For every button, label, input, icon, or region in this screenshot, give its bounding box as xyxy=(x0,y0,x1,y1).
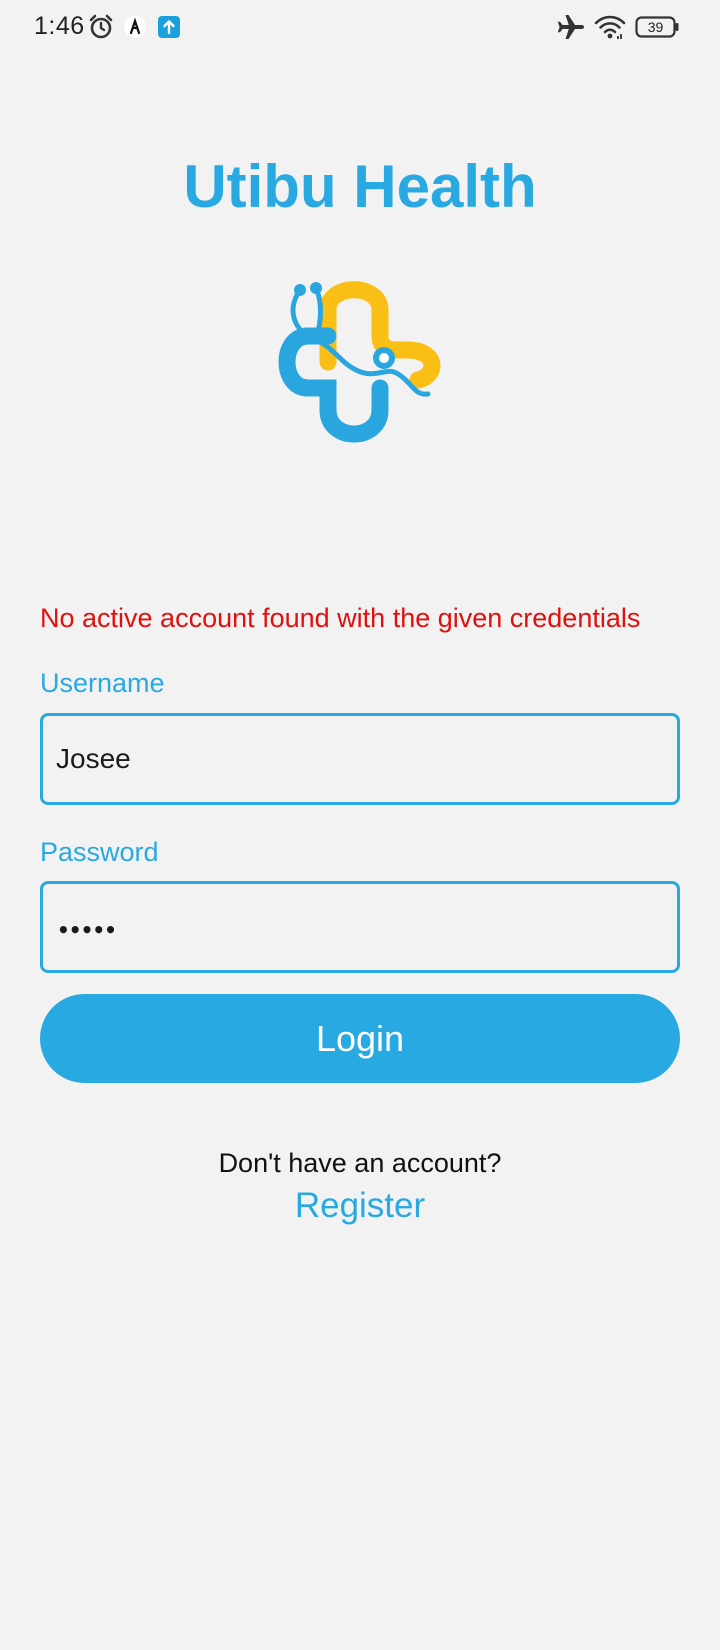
upload-icon xyxy=(158,16,180,38)
app-title: Utibu Health xyxy=(183,153,537,220)
password-field[interactable]: ••••• xyxy=(40,881,680,973)
username-input[interactable] xyxy=(43,716,677,802)
login-error-message: No active account found with the given c… xyxy=(40,603,641,633)
notification-app-icon xyxy=(124,16,146,38)
wifi-icon xyxy=(594,15,626,39)
register-link[interactable]: Register xyxy=(0,1186,720,1226)
airplane-mode-icon xyxy=(557,15,584,39)
password-input[interactable]: ••••• xyxy=(57,918,117,942)
username-label: Username xyxy=(40,668,165,698)
battery-level: 39 xyxy=(647,19,664,35)
battery-icon: 39 xyxy=(635,16,679,38)
register-prompt: Don't have an account? xyxy=(218,1148,502,1178)
logo-icon xyxy=(278,281,441,443)
login-button[interactable]: Login xyxy=(40,994,680,1083)
password-label: Password xyxy=(40,837,159,867)
status-bar: 1:46 39 xyxy=(0,0,720,56)
status-time: 1:46 xyxy=(34,12,85,40)
alarm-icon xyxy=(89,14,113,39)
username-field[interactable] xyxy=(40,713,680,805)
